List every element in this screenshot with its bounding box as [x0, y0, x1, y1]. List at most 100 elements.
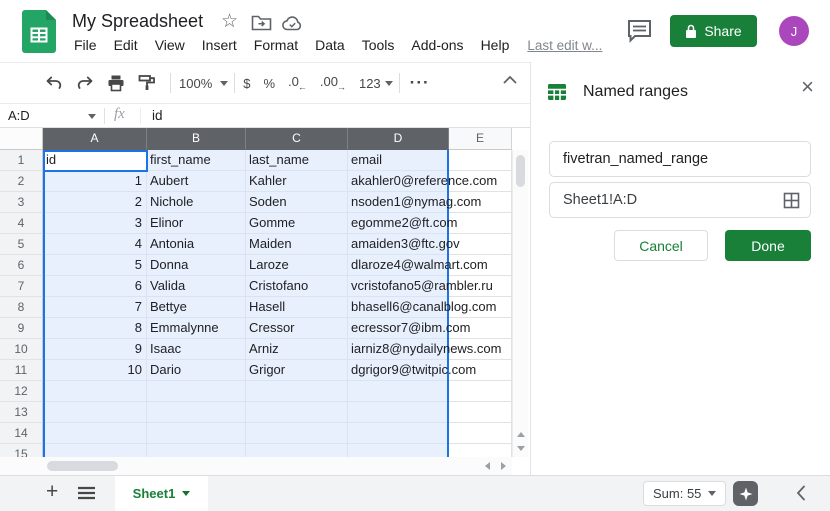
scroll-up-icon[interactable] — [517, 432, 525, 437]
cell-B15[interactable] — [147, 444, 246, 457]
row-header-8[interactable]: 8 — [0, 297, 43, 318]
cell-C3[interactable]: Soden — [246, 192, 348, 213]
horizontal-scrollbar[interactable] — [0, 457, 512, 475]
cell-C6[interactable]: Laroze — [246, 255, 348, 276]
cell-E13[interactable] — [449, 402, 512, 423]
scroll-left-icon[interactable] — [485, 462, 490, 470]
cell-C1[interactable]: last_name — [246, 150, 348, 171]
menu-item-tools[interactable]: Tools — [360, 36, 397, 54]
row-header-13[interactable]: 13 — [0, 402, 43, 423]
scroll-right-icon[interactable] — [501, 462, 506, 470]
cell-C9[interactable]: Cressor — [246, 318, 348, 339]
cell-E14[interactable] — [449, 423, 512, 444]
cell-D12[interactable] — [348, 381, 449, 402]
all-sheets-icon[interactable] — [78, 486, 95, 500]
row-header-5[interactable]: 5 — [0, 234, 43, 255]
cell-B8[interactable]: Bettye — [147, 297, 246, 318]
cell-B1[interactable]: first_name — [147, 150, 246, 171]
format-currency-button[interactable]: $ — [243, 76, 250, 91]
cell-D11[interactable]: dgrigor9@twitpic.com — [348, 360, 449, 381]
cell-C13[interactable] — [246, 402, 348, 423]
cell-A9[interactable]: 8 — [43, 318, 147, 339]
select-range-icon[interactable] — [783, 192, 800, 209]
cell-B4[interactable]: Elinor — [147, 213, 246, 234]
row-header-3[interactable]: 3 — [0, 192, 43, 213]
column-header-D[interactable]: D — [348, 128, 449, 150]
row-header-2[interactable]: 2 — [0, 171, 43, 192]
cell-A15[interactable] — [43, 444, 147, 457]
cell-C10[interactable]: Arniz — [246, 339, 348, 360]
move-folder-icon[interactable] — [251, 14, 272, 31]
row-header-12[interactable]: 12 — [0, 381, 43, 402]
comment-icon[interactable] — [627, 19, 653, 43]
collapse-toolbar-icon[interactable] — [503, 75, 517, 84]
cell-D5[interactable]: amaiden3@ftc.gov — [348, 234, 449, 255]
menu-item-data[interactable]: Data — [313, 36, 347, 54]
scroll-down-icon[interactable] — [517, 446, 525, 451]
row-header-10[interactable]: 10 — [0, 339, 43, 360]
cell-B5[interactable]: Antonia — [147, 234, 246, 255]
paint-format-icon[interactable] — [137, 73, 157, 93]
select-all-corner[interactable] — [0, 128, 43, 150]
menu-item-format[interactable]: Format — [252, 36, 300, 54]
cell-A13[interactable] — [43, 402, 147, 423]
cell-E15[interactable] — [449, 444, 512, 457]
cell-C4[interactable]: Gomme — [246, 213, 348, 234]
cell-A1[interactable]: id — [43, 150, 147, 171]
name-box[interactable]: A:D — [8, 108, 30, 123]
cell-B7[interactable]: Valida — [147, 276, 246, 297]
menu-item-help[interactable]: Help — [479, 36, 512, 54]
cell-D6[interactable]: dlaroze4@walmart.com — [348, 255, 449, 276]
cell-A4[interactable]: 3 — [43, 213, 147, 234]
cell-D3[interactable]: nsoden1@nymag.com — [348, 192, 449, 213]
cell-C2[interactable]: Kahler — [246, 171, 348, 192]
decrease-decimal-button[interactable]: .0← — [288, 74, 307, 92]
add-sheet-icon[interactable]: + — [46, 480, 58, 504]
menu-item-view[interactable]: View — [153, 36, 187, 54]
cell-B2[interactable]: Aubert — [147, 171, 246, 192]
cell-B14[interactable] — [147, 423, 246, 444]
cell-D14[interactable] — [348, 423, 449, 444]
cell-B13[interactable] — [147, 402, 246, 423]
column-header-A[interactable]: A — [43, 128, 147, 150]
cell-B3[interactable]: Nichole — [147, 192, 246, 213]
cell-D2[interactable]: akahler0@reference.com — [348, 171, 449, 192]
close-icon[interactable]: × — [801, 76, 814, 98]
cell-C15[interactable] — [246, 444, 348, 457]
chevron-down-icon[interactable] — [88, 114, 96, 119]
menu-item-addons[interactable]: Add-ons — [409, 36, 465, 54]
format-percent-button[interactable]: % — [263, 76, 275, 91]
vertical-scrollbar-thumb[interactable] — [516, 155, 525, 187]
cell-C5[interactable]: Maiden — [246, 234, 348, 255]
star-icon[interactable]: ☆ — [221, 12, 238, 31]
cell-E12[interactable] — [449, 381, 512, 402]
cell-C12[interactable] — [246, 381, 348, 402]
cell-B12[interactable] — [147, 381, 246, 402]
cell-C14[interactable] — [246, 423, 348, 444]
menu-item-insert[interactable]: Insert — [200, 36, 239, 54]
cell-A10[interactable]: 9 — [43, 339, 147, 360]
range-ref-input[interactable]: Sheet1!A:D — [549, 182, 811, 218]
cell-A5[interactable]: 4 — [43, 234, 147, 255]
cell-E4[interactable] — [449, 213, 512, 234]
increase-decimal-button[interactable]: .00→ — [320, 74, 346, 92]
cell-D9[interactable]: ecressor7@ibm.com — [348, 318, 449, 339]
cell-A12[interactable] — [43, 381, 147, 402]
more-toolbar-button[interactable]: ··· — [410, 73, 430, 93]
menu-item-file[interactable]: File — [72, 36, 99, 54]
number-format-button[interactable]: 123 — [359, 76, 393, 91]
zoom-control[interactable]: 100% — [179, 76, 228, 91]
sheet-tab[interactable]: Sheet1 — [115, 476, 208, 511]
cell-C11[interactable]: Grigor — [246, 360, 348, 381]
redo-icon[interactable] — [75, 73, 95, 93]
cell-B11[interactable]: Dario — [147, 360, 246, 381]
avatar[interactable]: J — [779, 16, 809, 46]
menu-item-edit[interactable]: Edit — [112, 36, 140, 54]
collapse-panel-icon[interactable] — [796, 485, 806, 501]
row-header-7[interactable]: 7 — [0, 276, 43, 297]
share-button[interactable]: Share — [670, 15, 757, 47]
cell-D10[interactable]: iarniz8@nydailynews.com — [348, 339, 449, 360]
cell-B6[interactable]: Donna — [147, 255, 246, 276]
cell-A6[interactable]: 5 — [43, 255, 147, 276]
cloud-saved-icon[interactable] — [282, 15, 305, 31]
